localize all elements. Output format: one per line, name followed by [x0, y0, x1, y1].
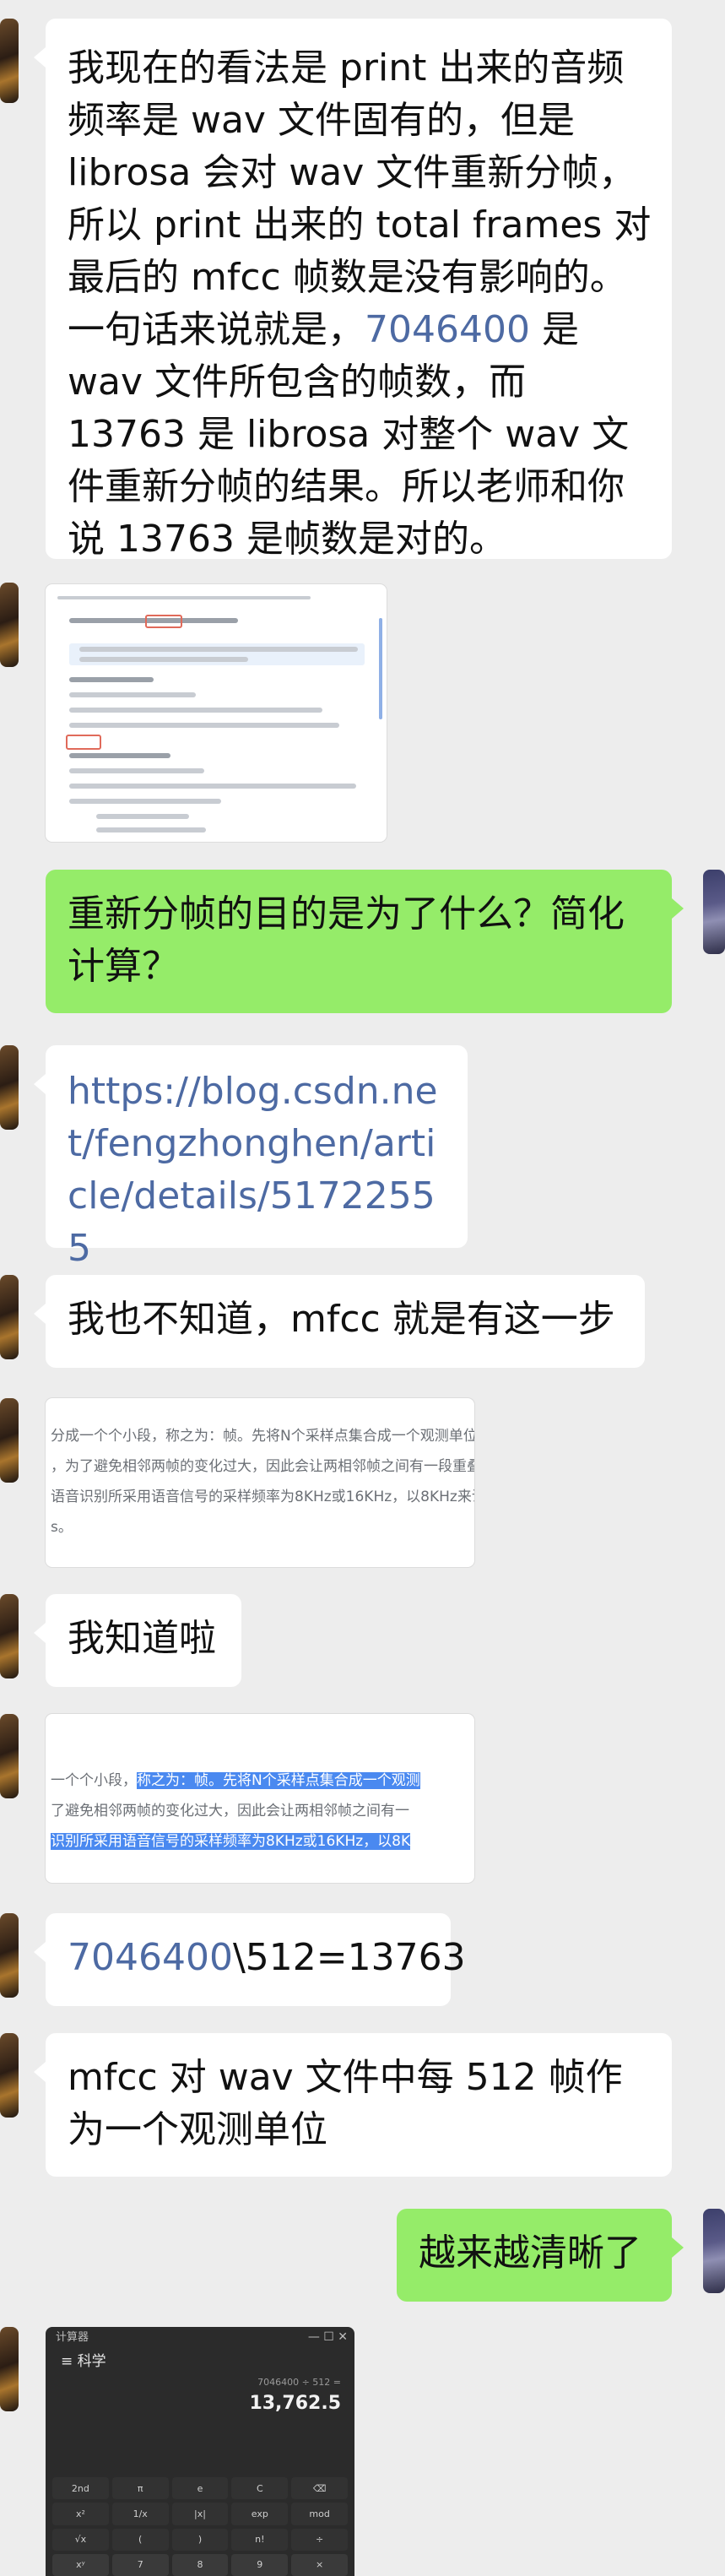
calculator-key[interactable]: 9 — [231, 2553, 289, 2576]
contact-avatar[interactable] — [0, 1594, 19, 1678]
message-text: \512=13763 — [232, 1936, 466, 1979]
message-bubble: 重新分帧的目的是为了什么？简化计算？ — [46, 870, 684, 1013]
mode-label: 科学 — [77, 2353, 106, 2370]
screenshot-image[interactable] — [46, 584, 387, 842]
message-bubble: 我现在的看法是 print 出来的音频频率是 wav 文件固有的，但是 libr… — [34, 19, 672, 561]
contact-avatar[interactable] — [0, 2327, 19, 2411]
calculator-mode: ≡ 科学 — [61, 2353, 106, 2370]
calculator-key[interactable]: π — [111, 2477, 169, 2500]
snippet-line: s。 — [51, 1519, 73, 1536]
screenshot-image[interactable]: 分成一个个小段，称之为：帧。先将N个采样点集合成一个观测单位 ，为了避免相邻两帧… — [46, 1398, 474, 1567]
snippet-line: 一个个小段，称之为：帧。先将N个采样点集合成一个观测 — [51, 1768, 420, 1793]
calculator-key[interactable]: x² — [52, 2503, 109, 2525]
snippet-plain-text: 一个个小段， — [51, 1772, 137, 1789]
calculator-key[interactable]: C — [231, 2477, 289, 2500]
window-controls-icon: — ☐ ✕ — [307, 2330, 348, 2344]
message-text: 越来越清晰了 — [419, 2232, 641, 2275]
url-link[interactable]: https://blog.csdn.net/fengzhonghen/artic… — [68, 1070, 438, 1270]
contact-avatar[interactable] — [0, 1398, 19, 1483]
calculator-key[interactable]: e — [171, 2477, 229, 2500]
contact-avatar[interactable] — [0, 1275, 19, 1359]
snippet-highlighted-text: 识别所采用语音信号的采样频率为8KHz或16KHz，以8K — [51, 1833, 411, 1850]
contact-avatar[interactable] — [0, 583, 19, 667]
message-text: 重新分帧的目的是为了什么？简化计算？ — [68, 892, 625, 988]
calculator-key[interactable]: 2nd — [52, 2477, 109, 2500]
my-avatar[interactable] — [703, 2209, 725, 2293]
phone-number-link[interactable]: 7046400 — [365, 308, 530, 351]
calculator-key[interactable]: xʸ — [52, 2553, 109, 2576]
calculator-key[interactable]: ) — [171, 2528, 229, 2551]
message-text: mfcc 对 wav 文件中每 512 帧作为一个观测单位 — [68, 2056, 623, 2151]
calculator-key[interactable]: 8 — [171, 2553, 229, 2576]
phone-number-link[interactable]: 7046400 — [68, 1936, 233, 1979]
message-bubble: 我也不知道，mfcc 就是有这一步 — [34, 1275, 645, 1368]
message-bubble: 越来越清晰了 — [397, 2209, 684, 2302]
calculator-key[interactable]: mod — [291, 2503, 348, 2525]
contact-avatar[interactable] — [0, 1714, 19, 1798]
contact-avatar[interactable] — [0, 1045, 19, 1130]
calculator-key[interactable]: ( — [111, 2528, 169, 2551]
snippet-line: 了避免相邻两帧的变化过大，因此会让两相邻帧之间有一 — [51, 1803, 409, 1819]
calculator-screenshot-image[interactable]: 计算器 — ☐ ✕ ≡ 科学 7046400 ÷ 512 = 13,762.5 … — [46, 2327, 354, 2576]
message-bubble: https://blog.csdn.net/fengzhonghen/artic… — [34, 1045, 468, 1270]
message-bubble: 我知道啦 — [34, 1594, 241, 1687]
snippet-line: 识别所采用语音信号的采样频率为8KHz或16KHz，以8K — [51, 1829, 411, 1854]
my-avatar[interactable] — [703, 870, 725, 954]
message-text: 我现在的看法是 print 出来的音频频率是 wav 文件固有的，但是 libr… — [68, 46, 652, 351]
contact-avatar[interactable] — [0, 19, 19, 103]
contact-avatar[interactable] — [0, 2033, 19, 2118]
calculator-result: 13,762.5 — [249, 2393, 341, 2414]
calculator-key[interactable]: |x| — [171, 2503, 229, 2525]
calculator-key[interactable]: n! — [231, 2528, 289, 2551]
snippet-line: ，为了避免相邻两帧的变化过大，因此会让两相邻帧之间有一段重叠 — [51, 1458, 474, 1475]
calculator-key[interactable]: ÷ — [291, 2528, 348, 2551]
message-bubble: mfcc 对 wav 文件中每 512 帧作为一个观测单位 — [34, 2033, 672, 2177]
snippet-line: 语音识别所采用语音信号的采样频率为8KHz或16KHz，以8KHz来说 — [51, 1489, 474, 1505]
calculator-key[interactable]: 1/x — [111, 2503, 169, 2525]
calculator-key[interactable]: √x — [52, 2528, 109, 2551]
message-text: 我知道啦 — [68, 1617, 216, 1660]
message-text: 我也不知道，mfcc 就是有这一步 — [68, 1298, 615, 1341]
calculator-keypad: 2nd π e C ⌫ x² 1/x |x| exp mod √x() n! ÷ xʸ 7 8 9 × — [52, 2477, 348, 2576]
calculator-key[interactable]: ⌫ — [291, 2477, 348, 2500]
snippet-highlighted-text: 称之为：帧。先将N个采样点集合成一个观测 — [137, 1772, 420, 1789]
calculator-expression: 7046400 ÷ 512 = — [257, 2377, 341, 2388]
calculator-key[interactable]: × — [291, 2553, 348, 2576]
snippet-line: 分成一个个小段，称之为：帧。先将N个采样点集合成一个观测单位 — [51, 1428, 474, 1445]
calculator-key[interactable]: exp — [231, 2503, 289, 2525]
message-bubble: 7046400\512=13763 — [34, 1913, 466, 2006]
screenshot-image[interactable]: 一个个小段，称之为：帧。先将N个采样点集合成一个观测 了避免相邻两帧的变化过大，… — [46, 1714, 474, 1883]
contact-avatar[interactable] — [0, 1913, 19, 1998]
calculator-key[interactable]: 7 — [111, 2553, 169, 2576]
